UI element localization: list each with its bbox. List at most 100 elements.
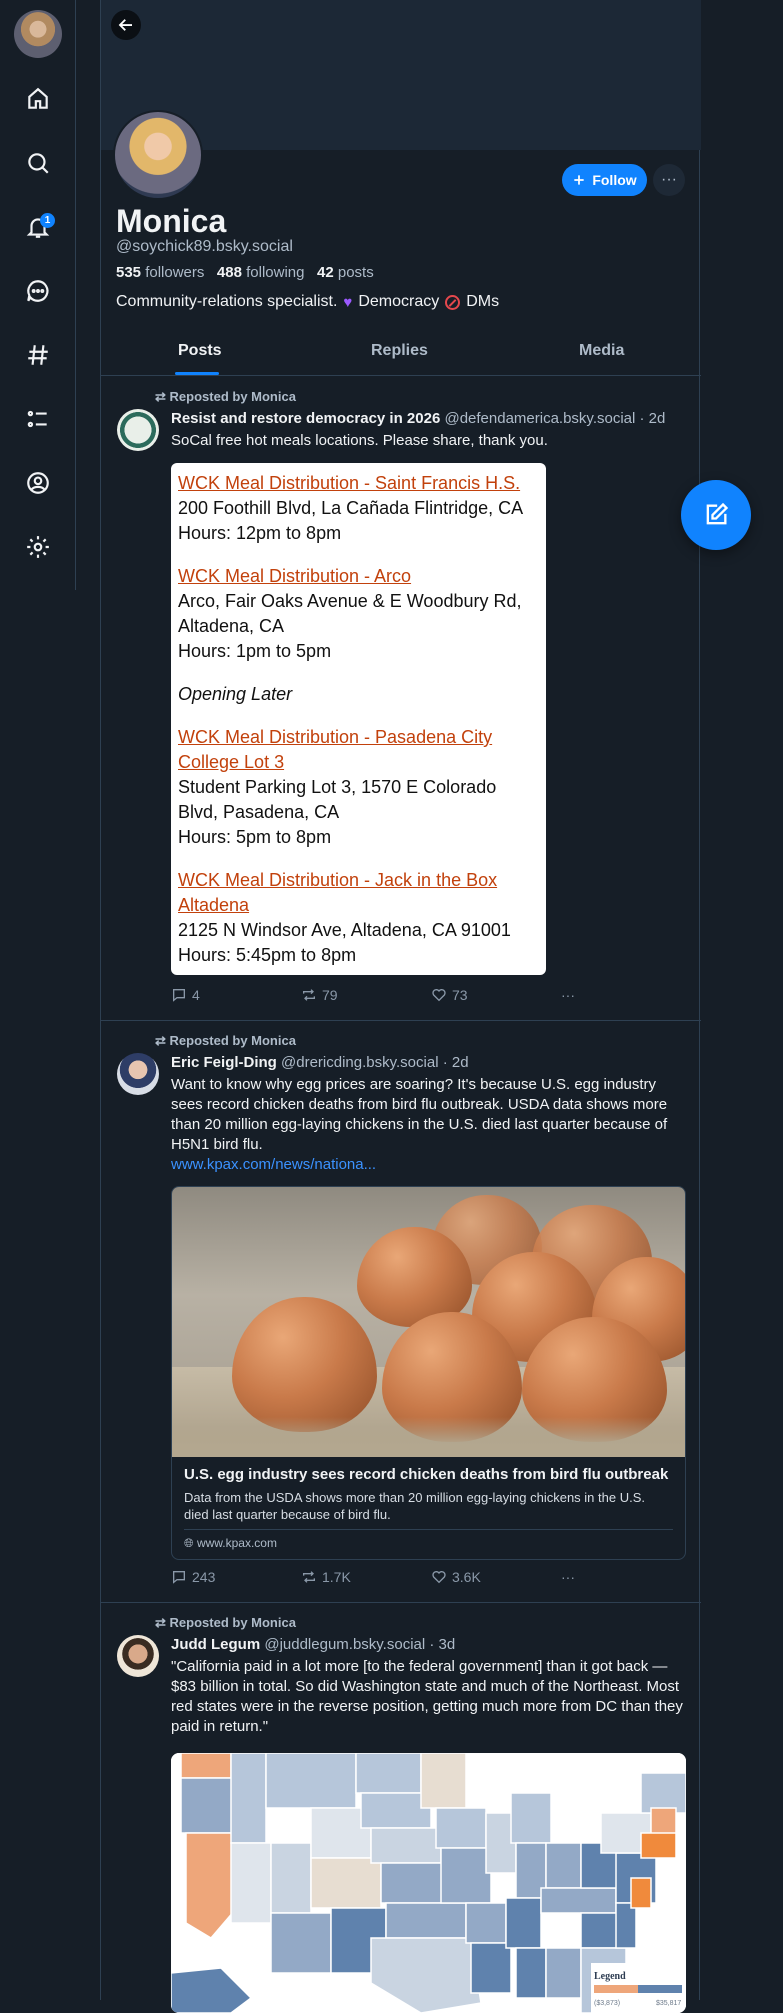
reply-button[interactable]: 4 (171, 987, 200, 1003)
wck-link-jack-in-the-box: WCK Meal Distribution - Jack in the Box … (178, 870, 498, 915)
wck-address: Arco, Fair Oaks Avenue & E Woodbury Rd, … (178, 591, 522, 636)
gear-icon (27, 536, 49, 558)
repost-count: 79 (322, 987, 338, 1003)
post-image-us-map[interactable]: Legend ($3,873) $35,817 (171, 1753, 686, 2013)
left-nav: 1 (0, 0, 76, 590)
notification-badge: 1 (40, 213, 55, 228)
more-icon: ··· (561, 987, 575, 1003)
post-actions: 243 1.7K 3.6K ··· (171, 1569, 591, 1589)
profile-stats: 535 followers 488 following 42 posts (116, 264, 374, 281)
nav-profile[interactable] (16, 461, 60, 505)
bio-dms: DMs (466, 293, 500, 310)
post-more-button[interactable]: ··· (561, 987, 575, 1003)
feed-column: Follow ··· Monica @soychick89.bsky.socia… (100, 0, 701, 2013)
wck-link-saint-francis: WCK Meal Distribution - Saint Francis H.… (178, 473, 521, 493)
like-button[interactable]: 73 (431, 987, 468, 1003)
repost-icon (303, 1571, 315, 1583)
post-link[interactable]: www.kpax.com/news/nationa... (171, 1156, 376, 1173)
tab-media[interactable]: Media (579, 342, 624, 360)
profile-more-button[interactable]: ··· (653, 164, 685, 196)
plus-icon (574, 175, 584, 185)
follow-button[interactable]: Follow (562, 164, 647, 196)
compose-button[interactable] (681, 480, 751, 550)
repost-indicator: ⇄ Reposted by Monica (155, 1615, 296, 1630)
post-author-name[interactable]: Eric Feigl-Ding (171, 1054, 277, 1071)
post-author-avatar[interactable] (117, 1053, 159, 1095)
heart-icon (432, 1571, 446, 1584)
post-author-name[interactable]: Resist and restore democracy in 2026 (171, 410, 440, 427)
tab-active-indicator (175, 372, 219, 375)
wck-hours: Hours: 12pm to 8pm (178, 523, 342, 543)
repost-icon: ⇄ (155, 1615, 166, 1630)
like-button[interactable]: 3.6K (431, 1569, 481, 1585)
post-time[interactable]: · 3d (429, 1636, 455, 1653)
search-icon (28, 153, 49, 174)
nav-chat[interactable] (16, 269, 60, 313)
reply-button[interactable]: 243 (171, 1569, 215, 1585)
post-author-name[interactable]: Judd Legum (171, 1636, 260, 1653)
post-header: Eric Feigl-Ding @drericding.bsky.social … (171, 1054, 469, 1071)
nav-notifications[interactable]: 1 (16, 205, 60, 249)
link-card-domain: 🌐︎ www.kpax.com (184, 1529, 673, 1559)
nav-lists[interactable] (16, 397, 60, 441)
post-image-wck-list[interactable]: WCK Meal Distribution - Saint Francis H.… (171, 463, 546, 975)
map-legend-min: ($3,873) (594, 2000, 620, 2007)
posts-stat: 42 posts (317, 264, 374, 281)
post-item[interactable]: ⇄ Reposted by Monica Judd Legum @juddleg… (101, 1603, 701, 2013)
post-time[interactable]: · 2d (443, 1054, 469, 1071)
profile-avatar[interactable] (113, 110, 203, 200)
hashtag-icon (28, 345, 48, 365)
profile-display-name: Monica (116, 203, 227, 239)
nav-home[interactable] (16, 77, 60, 121)
bio-democracy: Democracy (358, 293, 440, 310)
post-author-handle[interactable]: @juddlegum.bsky.social (264, 1636, 425, 1653)
profile-icon (27, 472, 49, 494)
following-stat[interactable]: 488 following (217, 264, 305, 281)
repost-icon: ⇄ (155, 389, 166, 404)
post-actions: 4 79 73 ··· (171, 987, 591, 1007)
chat-icon (27, 280, 49, 302)
post-header: Judd Legum @juddlegum.bsky.social · 3d (171, 1636, 455, 1653)
repost-indicator: ⇄ Reposted by Monica (155, 389, 296, 404)
link-card[interactable]: U.S. egg industry sees record chicken de… (171, 1186, 686, 1560)
profile-tabs: Posts Replies Media (101, 328, 701, 376)
post-more-button[interactable]: ··· (561, 1569, 575, 1585)
post-author-handle[interactable]: @drericding.bsky.social (281, 1054, 439, 1071)
reply-icon (173, 989, 185, 1002)
us-map-graphic: Legend ($3,873) $35,817 (171, 1753, 686, 2013)
post-item[interactable]: ⇄ Reposted by Monica Eric Feigl-Ding @dr… (101, 1021, 701, 1603)
post-time[interactable]: · 2d (640, 410, 666, 427)
nav-feeds[interactable] (16, 333, 60, 377)
nav-settings[interactable] (16, 525, 60, 569)
tab-posts[interactable]: Posts (178, 342, 222, 360)
globe-icon: 🌐︎ (184, 1536, 194, 1550)
repost-count: 1.7K (322, 1569, 351, 1585)
back-button[interactable] (111, 10, 141, 40)
repost-icon: ⇄ (155, 1033, 166, 1048)
heart-icon (432, 989, 446, 1002)
post-author-avatar[interactable] (117, 1635, 159, 1677)
map-legend-title: Legend (594, 1971, 626, 1982)
tab-replies[interactable]: Replies (371, 342, 428, 360)
wck-hours: Hours: 5pm to 8pm (178, 827, 332, 847)
post-author-avatar[interactable] (117, 409, 159, 451)
repost-button[interactable]: 1.7K (301, 1569, 351, 1585)
post-item[interactable]: ⇄ Reposted by Monica Resist and restore … (101, 377, 701, 1021)
repost-button[interactable]: 79 (301, 987, 338, 1003)
nav-search[interactable] (16, 141, 60, 185)
post-author-handle[interactable]: @defendamerica.bsky.social (444, 410, 635, 427)
follow-label: Follow (592, 172, 637, 188)
wck-address: Student Parking Lot 3, 1570 E Colorado B… (178, 777, 497, 822)
compose-icon (706, 502, 729, 525)
like-count: 73 (452, 987, 468, 1003)
bio-text: Community-relations specialist. (116, 293, 338, 310)
wck-address: 2125 N Windsor Ave, Altadena, CA 91001 (178, 920, 511, 940)
no-entry-icon (445, 294, 461, 310)
post-text: "California paid in a lot more [to the f… (171, 1658, 683, 1735)
more-icon: ··· (661, 171, 677, 188)
map-legend-max: $35,817 (656, 2000, 681, 2007)
user-avatar[interactable] (14, 10, 62, 58)
profile-handle: @soychick89.bsky.social (116, 238, 293, 255)
wck-link-pasadena: WCK Meal Distribution - Pasadena City Co… (178, 727, 493, 772)
followers-stat[interactable]: 535 followers (116, 264, 204, 281)
